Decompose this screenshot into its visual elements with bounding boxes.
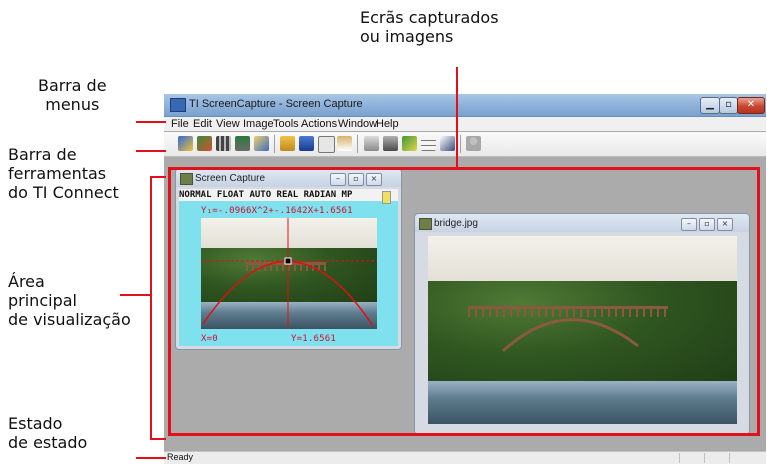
toolbar-separator	[274, 135, 275, 153]
app-icon	[170, 98, 186, 112]
menu-bar: File Edit View Image Tools Actions Windo…	[164, 117, 766, 131]
print-icon[interactable]	[364, 136, 379, 151]
callout-menubar-line1: Barra de	[38, 76, 107, 95]
status-divider	[679, 453, 680, 463]
toolbar-separator	[357, 135, 358, 153]
paste-icon[interactable]	[337, 136, 352, 151]
open-folder-icon[interactable]	[280, 136, 295, 151]
callout-captured-line2: ou imagens	[360, 27, 454, 46]
device-explorer-icon[interactable]	[254, 136, 269, 151]
leader-viewarea-top	[150, 176, 166, 178]
leader-status	[136, 457, 166, 459]
menu-image[interactable]: Image	[243, 118, 274, 130]
minimize-button[interactable]: ▁	[700, 97, 720, 114]
new-capture-icon[interactable]	[178, 136, 193, 151]
menu-file[interactable]: File	[171, 118, 189, 130]
menu-tools[interactable]: Tools	[273, 118, 299, 130]
maximize-button[interactable]: ▫	[719, 97, 738, 114]
menu-view[interactable]: View	[216, 118, 240, 130]
status-bar: Ready	[164, 451, 766, 464]
callout-toolbar-line3: do TI Connect	[8, 183, 119, 202]
edit-icon[interactable]	[440, 136, 455, 151]
status-divider	[704, 453, 705, 463]
toolbar-separator	[460, 135, 461, 153]
camera-icon[interactable]	[383, 136, 398, 151]
close-button[interactable]: ✕	[737, 97, 765, 114]
callout-menu-bar: Barra de menus	[38, 76, 107, 114]
menu-window[interactable]: Window	[338, 118, 377, 130]
callout-viewarea-line3: de visualização	[8, 310, 131, 329]
callout-captured-screens: Ecrãs capturados ou imagens	[360, 8, 499, 46]
toolbar	[164, 132, 766, 157]
callout-toolbar-line1: Barra de	[8, 145, 77, 164]
copy-icon[interactable]	[318, 136, 335, 153]
title-bar[interactable]: TI ScreenCapture - Screen Capture ▁ ▫ ✕	[164, 94, 766, 117]
callout-toolbar-line2: ferramentas	[8, 164, 107, 183]
leader-viewarea	[120, 294, 151, 296]
callout-captured-line1: Ecrãs capturados	[360, 8, 499, 27]
leader-viewarea-bracket	[150, 176, 152, 440]
leader-menubar	[136, 121, 166, 123]
leader-viewarea-bottom	[150, 438, 166, 440]
leader-captured	[456, 67, 458, 168]
callout-status-line2: de estado	[8, 433, 88, 452]
callout-view-area: Área principal de visualização	[8, 272, 131, 329]
view-area-highlight	[168, 167, 760, 436]
callout-menubar-line2: menus	[45, 95, 100, 114]
multi-capture-icon[interactable]	[235, 136, 250, 151]
callout-toolbar: Barra de ferramentas do TI Connect	[8, 145, 119, 202]
callout-viewarea-line1: Área	[8, 272, 45, 291]
callout-status-line1: Estado	[8, 414, 63, 433]
menu-edit[interactable]: Edit	[193, 118, 212, 130]
send-to-device-icon[interactable]	[402, 136, 417, 151]
callout-viewarea-line2: principal	[8, 291, 77, 310]
status-divider	[729, 453, 730, 463]
menu-actions[interactable]: Actions	[301, 118, 337, 130]
callout-status-bar: Estado de estado	[8, 414, 87, 452]
save-disk-icon[interactable]	[299, 136, 314, 151]
menu-help[interactable]: Help	[376, 118, 399, 130]
grid-icon[interactable]	[421, 136, 436, 151]
leader-toolbar	[136, 150, 166, 152]
film-icon[interactable]	[216, 136, 231, 151]
window-title: TI ScreenCapture - Screen Capture	[189, 98, 363, 110]
screen-capture-icon[interactable]	[197, 136, 212, 151]
status-text: Ready	[167, 452, 194, 462]
user-icon[interactable]	[466, 136, 481, 151]
